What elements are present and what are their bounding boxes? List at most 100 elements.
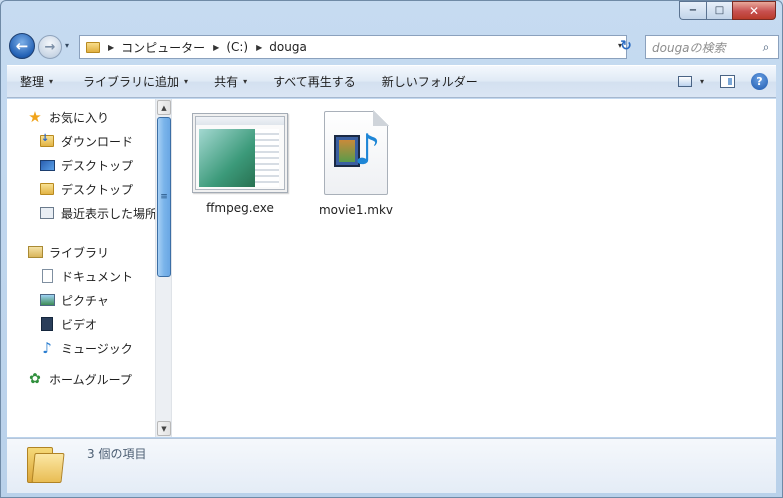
file-item-ffmpeg[interactable]: ffmpeg.exe [185,113,295,215]
sidebar-item-pictures[interactable]: ピクチャ [39,290,109,310]
item-count: 3 個の項目 [87,447,147,461]
page-fold-shape [373,110,389,126]
sidebar-item-downloads[interactable]: ダウンロード [39,131,133,151]
minimize-button[interactable]: − [679,1,706,20]
folder-icon [86,41,100,53]
sidebar-item-label: デスクトップ [61,182,134,197]
pictures-icon [39,292,55,308]
folder-front-shape [31,453,65,483]
search-placeholder: dougaの検索 [652,40,726,55]
breadcrumb-separator-icon[interactable]: ▶ [108,43,114,52]
add-to-library-menu[interactable]: ライブラリに追加 ▾ [70,66,201,97]
details-pane: 3 個の項目 [7,438,776,493]
film-shape [41,317,53,331]
close-button[interactable]: ✕ [732,1,776,20]
file-list: ffmpeg.exe ♪ movie1.mkv [173,99,776,437]
music-note-icon: ♪ [354,125,381,174]
help-icon[interactable]: ? [751,73,768,90]
search-input[interactable]: dougaの検索 ⌕ [645,35,779,59]
grip-icon: ≡ [160,192,168,202]
chevron-down-icon: ▾ [49,77,54,86]
new-folder-label: 新しいフォルダー [381,75,478,89]
sidebar-item-label: ドキュメント [61,269,134,284]
desktop-shape [39,159,55,171]
refresh-button[interactable]: ↻ [616,36,636,56]
sidebar-item-recent-places[interactable]: 最近表示した場所 [39,203,157,223]
recent-pages-button[interactable]: ▾ [65,41,69,50]
media-file-icon: ♪ [324,110,389,195]
sidebar-item-desktop[interactable]: デスクトップ [39,155,133,175]
library-shape [27,246,43,258]
breadcrumb-separator-icon[interactable]: ▶ [213,43,219,52]
exe-thumbnail-icon [192,113,288,193]
navigation-scrollbar[interactable]: ▲ ≡ ▼ [155,99,172,437]
preview-pane-icon[interactable] [720,75,735,88]
chevron-down-icon: ▾ [65,41,70,50]
folder-icon [39,181,55,197]
navigation-pane: ★ お気に入り ダウンロード デスクトップ デスクトップ 最近表示した場所 [7,99,157,437]
folder-shape [40,183,54,195]
scroll-down-icon: ▼ [161,424,167,433]
library-icon [27,244,43,260]
sidebar-item-label: お気に入り [49,110,110,125]
picture-shape [39,294,55,306]
back-arrow-icon: ← [15,37,29,55]
scroll-up-button[interactable]: ▲ [157,100,171,115]
maximize-icon: □ [714,5,725,16]
new-folder-button[interactable]: 新しいフォルダー [369,66,491,97]
view-controls: ▾ ? [677,66,768,97]
breadcrumb-drive[interactable]: (C:) [226,40,248,54]
thumbnail-panel [255,129,279,187]
document-shape [41,269,53,283]
sidebar-item-label: ライブラリ [49,245,110,260]
chevron-down-icon[interactable]: ▾ [700,77,704,86]
breadcrumb-computer[interactable]: コンピューター [121,39,205,56]
breadcrumb-current-folder[interactable]: douga [269,40,307,54]
music-icon: ♪ [42,339,52,357]
forward-button[interactable]: → [38,35,62,59]
command-bar: 整理 ▾ ライブラリに追加 ▾ 共有 ▾ すべて再生する 新しいフォルダー ▾ ? [7,65,776,98]
forward-arrow-icon: → [44,39,56,55]
sidebar-item-label: ダウンロード [61,134,134,149]
chevron-down-icon: ▾ [243,77,248,86]
scroll-up-icon: ▲ [161,103,167,112]
organize-menu[interactable]: 整理 ▾ [7,66,66,97]
sidebar-item-label: ピクチャ [61,293,109,308]
download-folder-icon [39,133,55,149]
sidebar-item-favorites[interactable]: ★ お気に入り [27,107,109,127]
back-button[interactable]: ← [9,33,35,59]
file-name: ffmpeg.exe [206,201,274,215]
file-item-movie1[interactable]: ♪ movie1.mkv [301,110,411,217]
play-all-button[interactable]: すべて再生する [260,66,369,97]
sidebar-item-homegroup[interactable]: ✿ ホームグループ [27,369,132,389]
caption-buttons: − □ ✕ [679,1,776,20]
organize-label: 整理 [20,75,45,89]
breadcrumb-separator-icon[interactable]: ▶ [256,43,262,52]
thumbnail-window [195,116,285,190]
maximize-button[interactable]: □ [706,1,732,20]
sidebar-item-label: デスクトップ [61,158,134,173]
search-icon[interactable]: ⌕ [758,39,774,55]
desktop-icon [39,157,55,173]
sidebar-item-videos[interactable]: ビデオ [39,314,97,334]
sidebar-item-libraries[interactable]: ライブラリ [27,242,109,262]
sidebar-item-desktop-folder[interactable]: デスクトップ [39,179,133,199]
sidebar-item-label: ホームグループ [49,372,132,387]
sidebar-item-music[interactable]: ♪ ミュージック [39,338,133,358]
change-view-icon[interactable] [677,76,692,87]
sidebar-item-label: ミュージック [61,341,133,356]
scroll-down-button[interactable]: ▼ [157,421,171,436]
chevron-down-icon: ▾ [184,77,189,86]
play-all-label: すべて再生する [273,75,356,89]
navigation-bar: ← → ▾ ▶ コンピューター ▶ (C:) ▶ douga ▾ ↻ douga… [7,31,779,61]
add-to-library-label: ライブラリに追加 [83,75,180,89]
recent-shape [40,207,54,219]
sidebar-item-documents[interactable]: ドキュメント [39,266,133,286]
share-menu[interactable]: 共有 ▾ [201,66,260,97]
sidebar-item-label: 最近表示した場所 [61,206,158,221]
thumbnail-titlebar [196,117,284,125]
thumbnail-graphic [199,129,257,187]
recent-places-icon [39,205,55,221]
scrollbar-thumb[interactable]: ≡ [157,117,171,277]
address-bar[interactable]: ▶ コンピューター ▶ (C:) ▶ douga ▾ [79,35,627,59]
